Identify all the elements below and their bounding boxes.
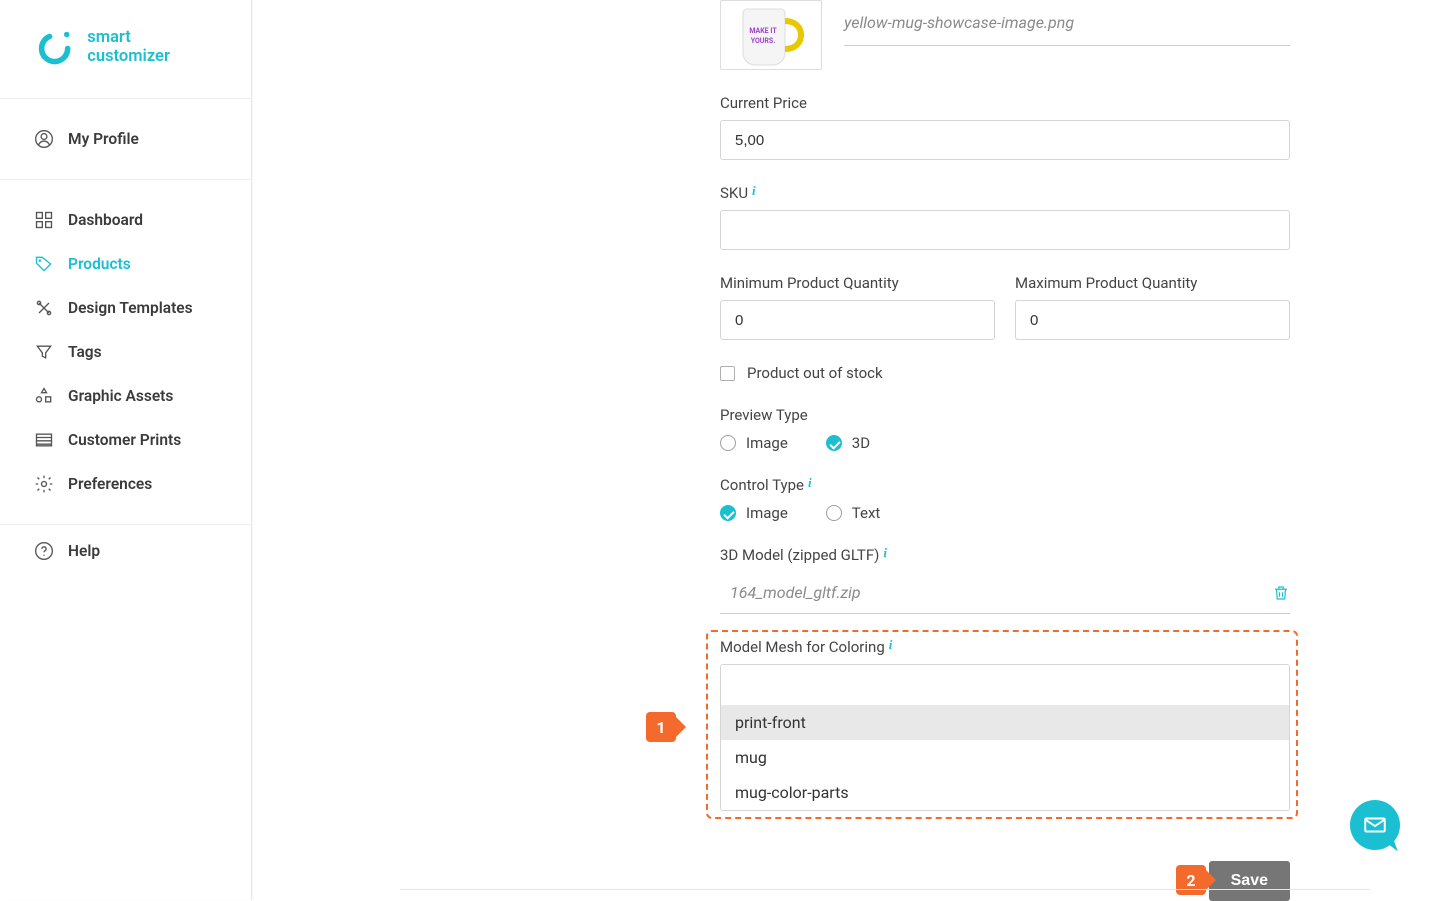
sku-input[interactable] [720, 210, 1290, 250]
image-filename-field[interactable]: yellow-mug-showcase-image.png [844, 0, 1290, 46]
dashboard-icon [34, 210, 54, 230]
sidebar-item-design-templates[interactable]: Design Templates [0, 286, 251, 330]
product-form: MAKE IT YOURS. yellow-mug-showcase-image… [720, 0, 1290, 901]
max-qty-label: Maximum Product Quantity [1015, 274, 1290, 292]
product-image-row: MAKE IT YOURS. yellow-mug-showcase-image… [720, 0, 1290, 70]
design-icon [34, 298, 54, 318]
mug-icon: MAKE IT YOURS. [735, 1, 807, 69]
model-label: 3D Model (zipped GLTF)i [720, 546, 1290, 564]
sidebar-item-products[interactable]: Products [0, 242, 251, 286]
min-qty-label: Minimum Product Quantity [720, 274, 995, 292]
save-button[interactable]: Save [1209, 861, 1290, 901]
callout-badge-2: 2 [1176, 865, 1206, 895]
sidebar-item-customer-prints[interactable]: Customer Prints [0, 418, 251, 462]
control-image-radio[interactable] [720, 505, 736, 521]
sidebar-item-label: Design Templates [68, 299, 193, 317]
brand-name: smart customizer [87, 28, 215, 66]
info-icon[interactable]: i [883, 545, 887, 560]
filter-icon [34, 342, 54, 362]
sidebar-item-label: Products [68, 255, 131, 273]
prints-icon [34, 430, 54, 450]
preview-type-label: Preview Type [720, 406, 1290, 424]
sidebar-item-label: Preferences [68, 475, 152, 493]
image-filename: yellow-mug-showcase-image.png [844, 13, 1074, 32]
out-of-stock-label: Product out of stock [747, 364, 883, 382]
assets-icon [34, 386, 54, 406]
mesh-option-mug[interactable]: mug [721, 740, 1289, 775]
sidebar: smart customizer My Profile Dashboard Pr… [0, 0, 252, 900]
control-text-radio[interactable] [826, 505, 842, 521]
sidebar-item-tags[interactable]: Tags [0, 330, 251, 374]
help-icon [34, 541, 54, 561]
gear-icon [34, 474, 54, 494]
mesh-section: Model Mesh for Coloringi print-front mug… [720, 638, 1290, 811]
model-filename: 164_model_gltf.zip [730, 583, 1272, 602]
control-text-label: Text [852, 504, 881, 522]
svg-text:YOURS.: YOURS. [751, 37, 776, 45]
mesh-option-print-front[interactable]: print-front [721, 705, 1289, 740]
svg-text:MAKE IT: MAKE IT [749, 27, 777, 35]
min-qty-input[interactable] [720, 300, 995, 340]
sidebar-item-label: Graphic Assets [68, 387, 173, 405]
sidebar-item-label: Help [68, 542, 100, 560]
max-qty-input[interactable] [1015, 300, 1290, 340]
sidebar-item-dashboard[interactable]: Dashboard [0, 198, 251, 242]
mesh-option-mug-color-parts[interactable]: mug-color-parts [721, 775, 1289, 810]
tag-icon [34, 254, 54, 274]
my-profile-link[interactable]: My Profile [0, 117, 251, 161]
trash-icon[interactable] [1272, 584, 1290, 602]
info-icon[interactable]: i [889, 637, 893, 652]
info-icon[interactable]: i [808, 475, 812, 490]
sidebar-item-label: Dashboard [68, 211, 143, 229]
sidebar-item-help[interactable]: Help [0, 525, 251, 577]
control-type-label: Control Typei [720, 476, 1290, 494]
profile-icon [34, 129, 54, 149]
sku-label: SKUi [720, 184, 1290, 202]
sidebar-item-label: Tags [68, 343, 102, 361]
mail-icon [1362, 812, 1388, 838]
info-icon[interactable]: i [752, 183, 756, 198]
preview-3d-radio[interactable] [826, 435, 842, 451]
logo-icon [36, 28, 73, 66]
sidebar-item-preferences[interactable]: Preferences [0, 462, 251, 506]
preview-image-label: Image [746, 434, 788, 452]
model-file-row: 164_model_gltf.zip [720, 572, 1290, 614]
preview-image-radio[interactable] [720, 435, 736, 451]
product-image-thumbnail[interactable]: MAKE IT YOURS. [720, 0, 822, 70]
sidebar-item-label: My Profile [68, 130, 139, 148]
sidebar-item-graphic-assets[interactable]: Graphic Assets [0, 374, 251, 418]
mesh-input[interactable] [721, 665, 1289, 705]
current-price-input[interactable] [720, 120, 1290, 160]
mesh-select[interactable]: print-front mug mug-color-parts [720, 664, 1290, 811]
callout-badge-1: 1 [646, 712, 676, 742]
preview-3d-label: 3D [852, 434, 870, 452]
logo-area: smart customizer [0, 0, 251, 99]
control-image-label: Image [746, 504, 788, 522]
current-price-label: Current Price [720, 94, 1290, 112]
mesh-label: Model Mesh for Coloringi [720, 638, 1290, 656]
footer-divider [400, 889, 1370, 890]
out-of-stock-checkbox[interactable] [720, 366, 735, 381]
sidebar-item-label: Customer Prints [68, 431, 181, 449]
support-button[interactable] [1350, 800, 1400, 850]
